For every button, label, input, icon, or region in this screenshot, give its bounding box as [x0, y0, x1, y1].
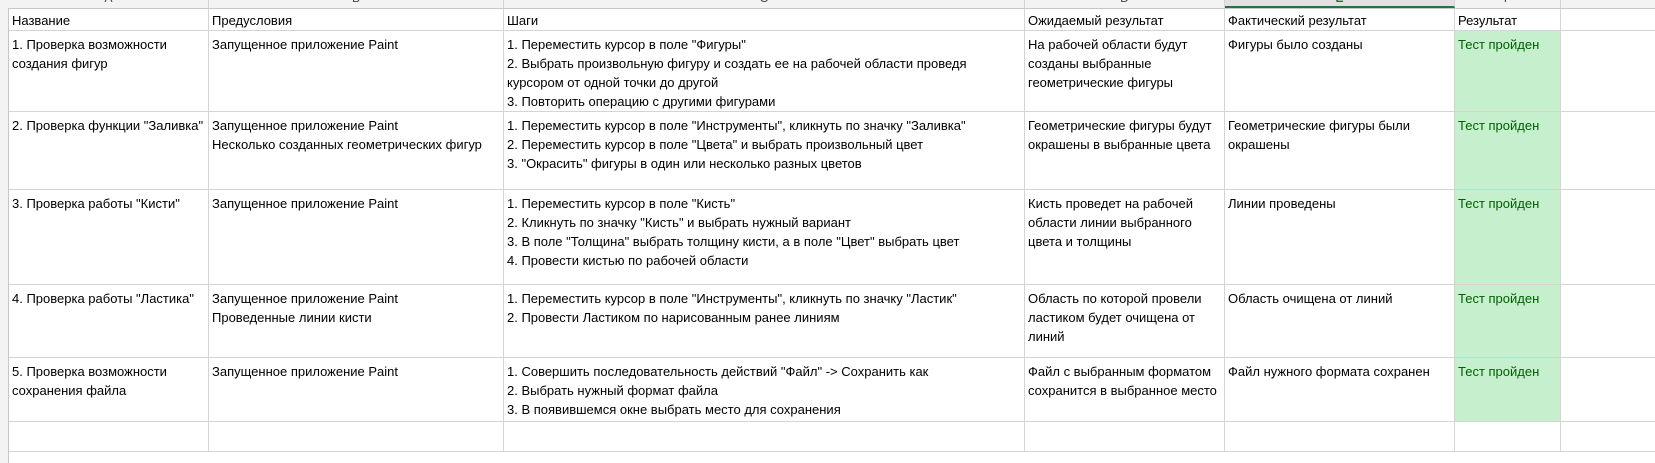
- table-row: 1. Проверка возможности создания фигур З…: [9, 31, 1655, 112]
- result-cell[interactable]: Тест пройден: [1455, 190, 1561, 284]
- name-cell[interactable]: 2. Проверка функции "Заливка": [9, 112, 209, 189]
- expected-cell[interactable]: Область по которой провели ластиком буде…: [1025, 285, 1225, 357]
- name-cell[interactable]: 4. Проверка работы "Ластика": [9, 285, 209, 357]
- steps-cell[interactable]: 1. Совершить последовательность действий…: [504, 358, 1025, 421]
- name-cell[interactable]: 3. Проверка работы "Кисти": [9, 190, 209, 284]
- actual-cell[interactable]: Область очищена от линий: [1225, 285, 1455, 357]
- actual-cell[interactable]: Линии проведены: [1225, 190, 1455, 284]
- empty-cell[interactable]: [1455, 422, 1561, 451]
- column-header-f[interactable]: F: [1455, 0, 1561, 8]
- preconditions-cell[interactable]: Запущенное приложение Paint: [209, 358, 504, 421]
- actual-cell[interactable]: Геометрические фигуры были окрашены: [1225, 112, 1455, 189]
- column-header-bar: A B C D E F: [0, 0, 1655, 9]
- name-cell[interactable]: 1. Проверка возможности создания фигур: [9, 31, 209, 111]
- table-row: 2. Проверка функции "Заливка" Запущенное…: [9, 112, 1655, 190]
- expected-cell[interactable]: На рабочей области будут созданы выбранн…: [1025, 31, 1225, 111]
- preconditions-cell[interactable]: Запущенное приложение Paint: [209, 190, 504, 284]
- steps-cell[interactable]: 1. Переместить курсор в поле "Инструмент…: [504, 112, 1025, 189]
- preconditions-cell[interactable]: Запущенное приложение Paint Несколько со…: [209, 112, 504, 189]
- steps-cell[interactable]: 1. Переместить курсор в поле "Инструмент…: [504, 285, 1025, 357]
- preconditions-cell[interactable]: Запущенное приложение Paint: [209, 31, 504, 111]
- column-header-e[interactable]: E: [1225, 0, 1455, 8]
- result-cell[interactable]: Тест пройден: [1455, 112, 1561, 189]
- column-header-b[interactable]: B: [209, 0, 504, 8]
- empty-cell[interactable]: [209, 422, 504, 451]
- header-name-cell[interactable]: Название: [9, 9, 209, 30]
- expected-cell[interactable]: Файл с выбранным форматом сохранится в в…: [1025, 358, 1225, 421]
- actual-cell[interactable]: Фигуры было созданы: [1225, 31, 1455, 111]
- expected-cell[interactable]: Геометрические фигуры будут окрашены в в…: [1025, 112, 1225, 189]
- column-header-a[interactable]: A: [9, 0, 209, 8]
- empty-row: [9, 422, 1655, 452]
- spreadsheet: A B C D E F Название Предусловия Шаги Ож…: [0, 0, 1655, 463]
- table-row: 4. Проверка работы "Ластика" Запущенное …: [9, 285, 1655, 358]
- preconditions-cell[interactable]: Запущенное приложение Paint Проведенные …: [209, 285, 504, 357]
- header-actual-cell[interactable]: Фактический результат: [1225, 9, 1455, 30]
- steps-cell[interactable]: 1. Переместить курсор в поле "Кисть" 2. …: [504, 190, 1025, 284]
- empty-cell[interactable]: [1225, 422, 1455, 451]
- result-cell[interactable]: Тест пройден: [1455, 285, 1561, 357]
- empty-cell[interactable]: [504, 422, 1025, 451]
- empty-cell[interactable]: [9, 422, 209, 451]
- header-steps-cell[interactable]: Шаги: [504, 9, 1025, 30]
- header-expected-cell[interactable]: Ожидаемый результат: [1025, 9, 1225, 30]
- header-row: Название Предусловия Шаги Ожидаемый резу…: [9, 9, 1655, 31]
- column-header-d[interactable]: D: [1025, 0, 1225, 8]
- row-header-bar: [0, 8, 9, 463]
- table-row: 5. Проверка возможности сохранения файла…: [9, 358, 1655, 422]
- column-header-c[interactable]: C: [504, 0, 1025, 8]
- table-row: 3. Проверка работы "Кисти" Запущенное пр…: [9, 190, 1655, 285]
- actual-cell[interactable]: Файл нужного формата сохранен: [1225, 358, 1455, 421]
- empty-cell[interactable]: [1025, 422, 1225, 451]
- expected-cell[interactable]: Кисть проведет на рабочей области линии …: [1025, 190, 1225, 284]
- steps-cell[interactable]: 1. Переместить курсор в поле "Фигуры" 2.…: [504, 31, 1025, 111]
- name-cell[interactable]: 5. Проверка возможности сохранения файла: [9, 358, 209, 421]
- result-cell[interactable]: Тест пройден: [1455, 358, 1561, 421]
- header-result-cell[interactable]: Результат: [1455, 9, 1561, 30]
- result-cell[interactable]: Тест пройден: [1455, 31, 1561, 111]
- header-preconditions-cell[interactable]: Предусловия: [209, 9, 504, 30]
